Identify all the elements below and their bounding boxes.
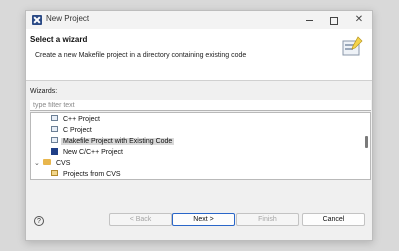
tree-item-makefile-project[interactable]: Makefile Project with Existing Code [51,137,175,147]
finish-button[interactable]: Finish [236,213,299,226]
tree-item-cpp-project[interactable]: C++ Project [51,115,102,125]
tree-scrollbar[interactable] [365,136,368,148]
project-icon [51,137,58,144]
chevron-down-icon[interactable]: ⌄ [34,159,42,169]
minimize-icon [305,20,313,22]
close-button[interactable]: ✕ [348,13,370,27]
minimize-button[interactable] [298,13,320,27]
maximize-icon [330,16,338,25]
new-project-icon [51,147,58,155]
wizard-tree[interactable]: C++ Project C Project Makefile Project w… [30,112,371,180]
wizards-label: Wizards: [30,88,58,95]
tree-item-new-cpp-project[interactable]: New C/C++ Project [51,147,125,158]
cancel-button[interactable]: Cancel [302,213,365,226]
wizard-banner-icon [342,36,363,56]
new-project-dialog: New Project ✕ Select a wizard Create a n… [25,10,373,241]
tree-item-cvs[interactable]: ⌄ CVS [34,159,72,169]
title-bar: New Project ✕ [26,11,372,29]
wizard-header: Select a wizard Create a new Makefile pr… [26,29,372,81]
wizard-title: Select a wizard [30,35,88,44]
tree-item-projects-from-cvs[interactable]: Projects from CVS [51,170,123,179]
wizard-description: Create a new Makefile project in a direc… [35,52,247,59]
back-button[interactable]: < Back [109,213,172,226]
close-icon: ✕ [354,14,364,25]
eclipse-app-icon [32,15,42,25]
next-button[interactable]: Next > [172,213,235,226]
project-icon [51,126,58,133]
help-icon[interactable]: ? [34,216,44,226]
window-title: New Project [46,14,90,23]
tree-item-c-project[interactable]: C Project [51,126,94,136]
maximize-button[interactable] [323,13,345,27]
cvs-icon [51,170,58,177]
folder-icon [43,159,51,166]
filter-input[interactable] [30,100,371,111]
project-icon [51,115,58,122]
